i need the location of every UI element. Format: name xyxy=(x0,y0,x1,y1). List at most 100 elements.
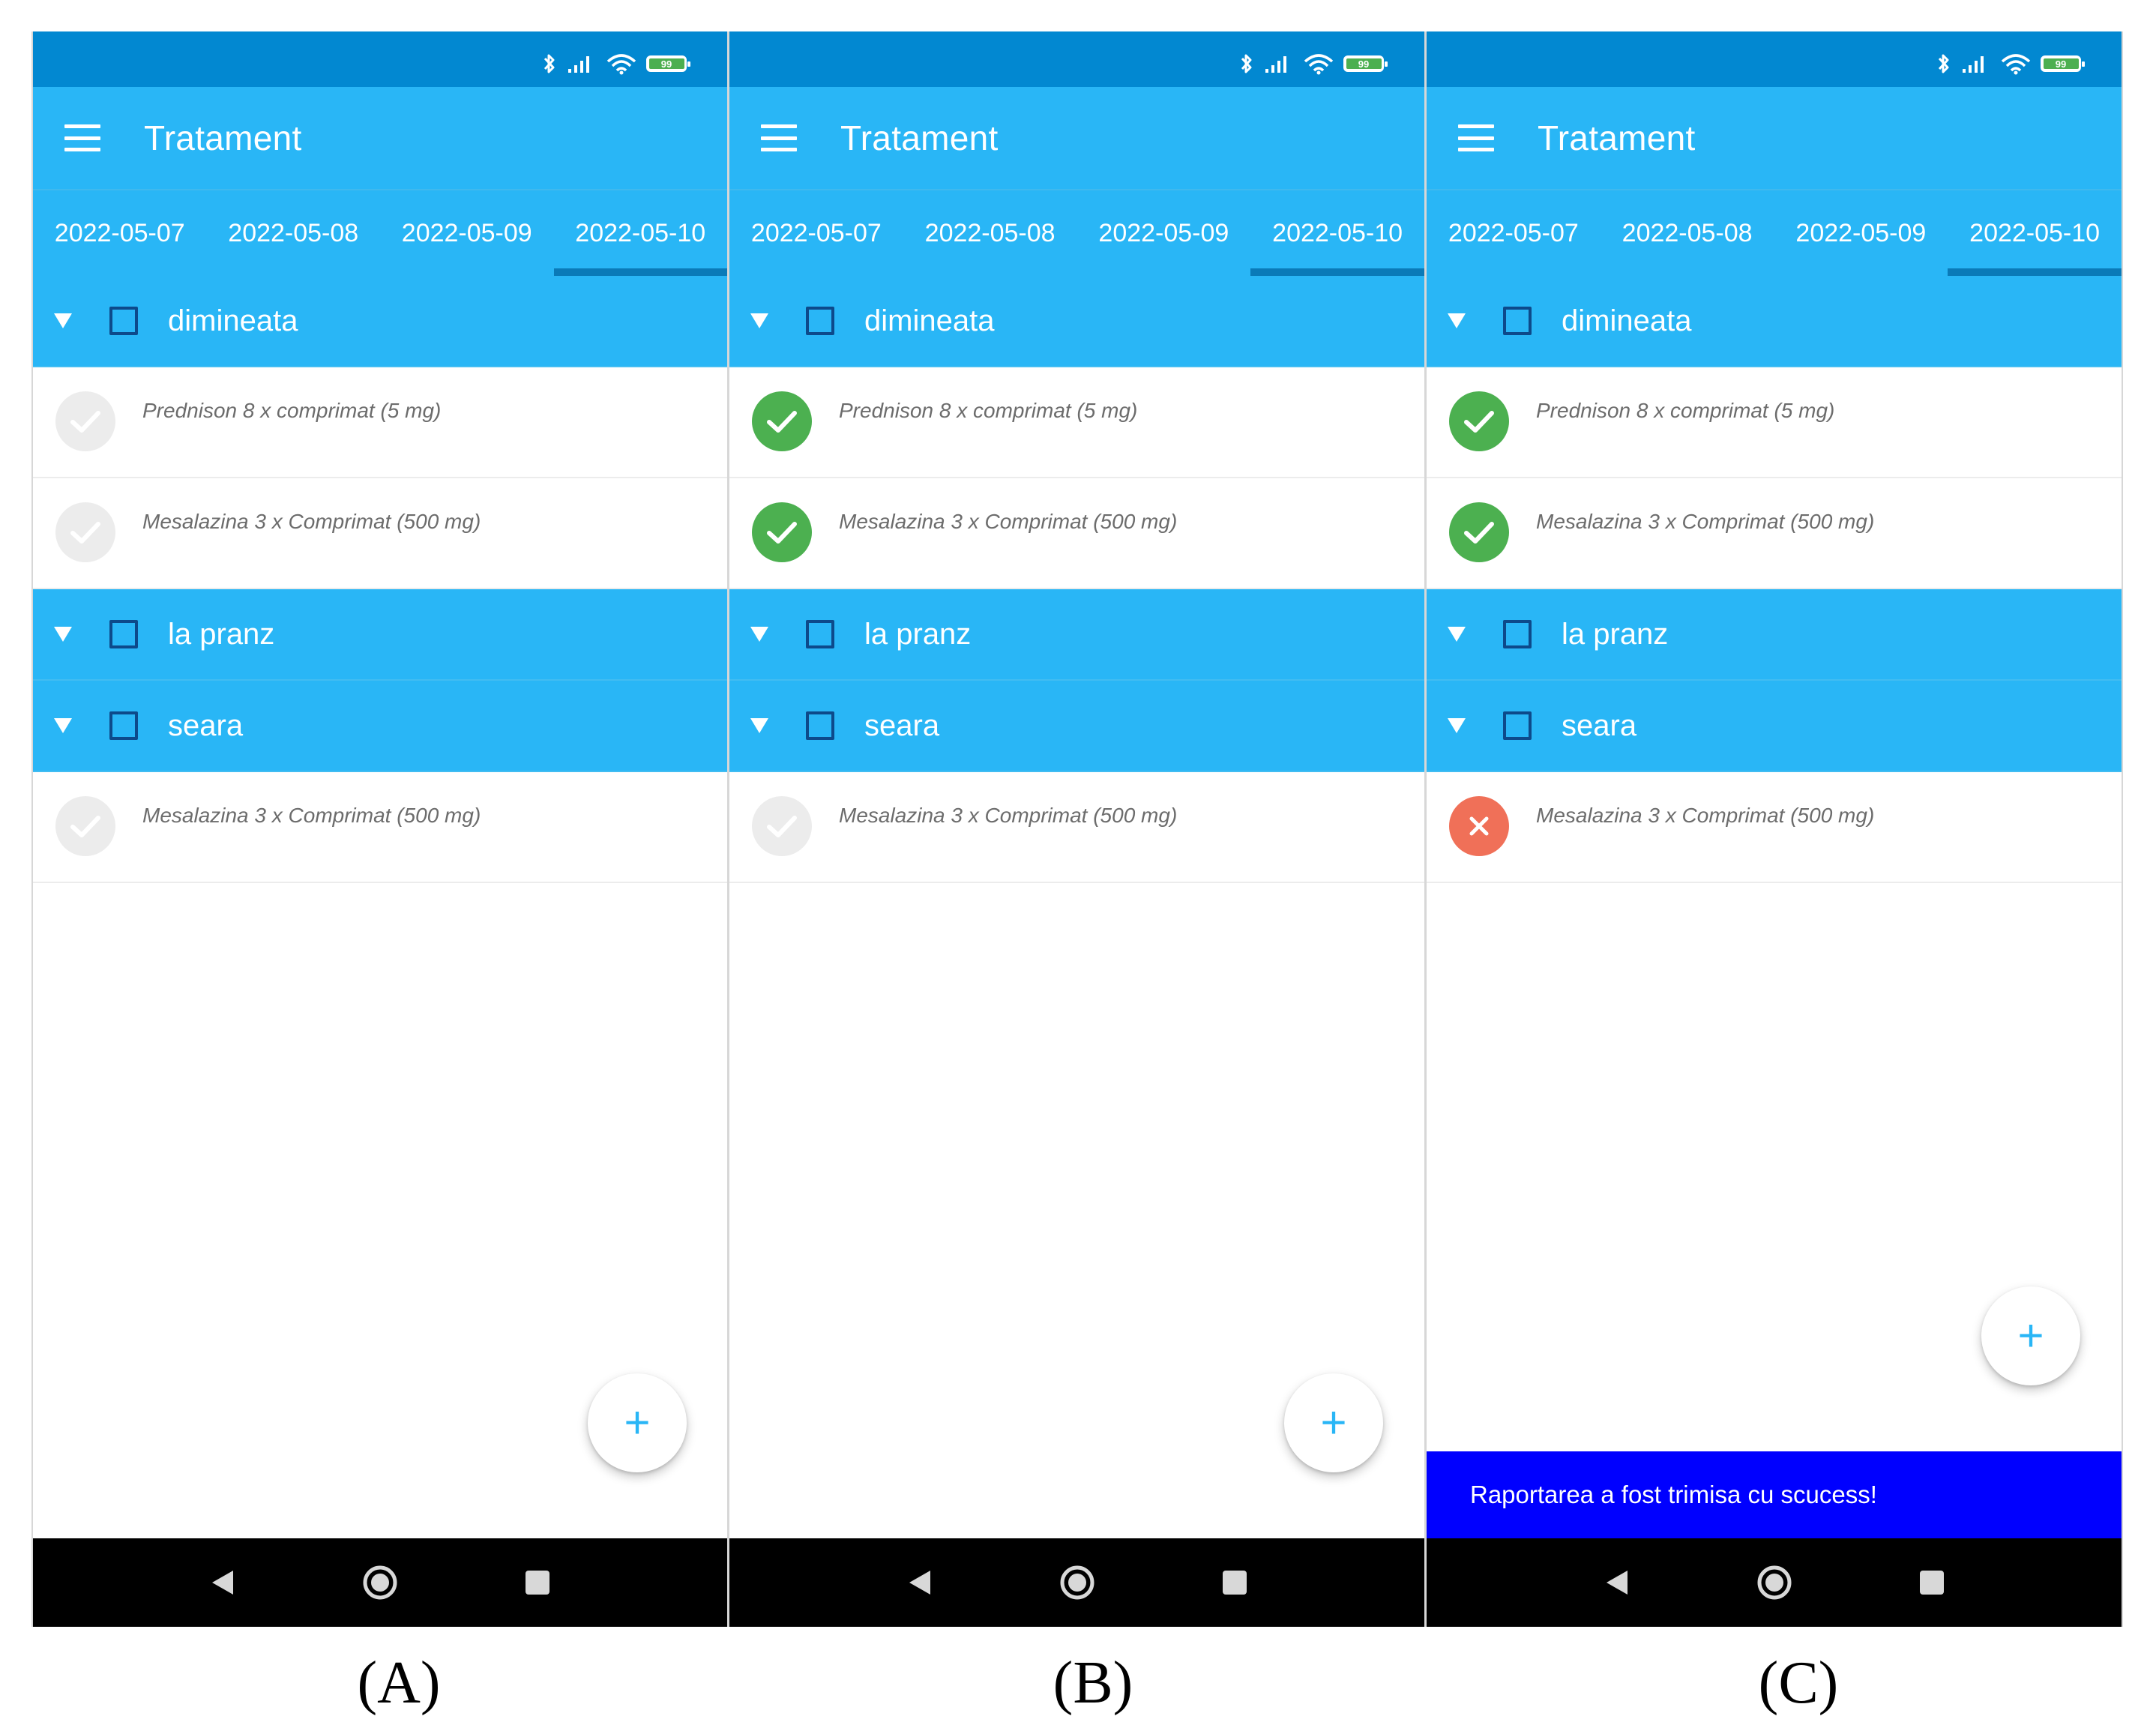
group-title: dimineata xyxy=(1562,304,1692,337)
hamburger-icon[interactable] xyxy=(1458,124,1494,151)
home-icon[interactable] xyxy=(358,1560,403,1605)
tab-date[interactable]: 2022-05-10 xyxy=(1948,190,2122,276)
status-button[interactable] xyxy=(752,391,812,451)
back-triangle xyxy=(909,1571,930,1595)
home-icon[interactable] xyxy=(1055,1560,1100,1605)
medication-row: Prednison 8 x comprimat (5 mg) xyxy=(729,367,1424,478)
medication-row: Prednison 8 x comprimat (5 mg) xyxy=(1427,367,2122,478)
app-bar: Tratament xyxy=(33,87,727,189)
wifi-icon xyxy=(2001,54,2031,75)
hamburger-icon[interactable] xyxy=(64,124,100,151)
medication-row: Mesalazina 3 x Comprimat (500 mg) xyxy=(729,772,1424,883)
group-header[interactable]: seara xyxy=(33,681,727,772)
status-button[interactable] xyxy=(55,391,115,451)
group-header[interactable]: dimineata xyxy=(33,276,727,367)
recents-square xyxy=(1919,1571,1944,1595)
check-icon xyxy=(70,522,100,544)
date-tabs: 2022-05-07 2022-05-08 2022-05-09 2022-05-10 xyxy=(729,189,1424,276)
recents-icon[interactable] xyxy=(515,1560,560,1605)
caret-down-icon[interactable] xyxy=(750,627,768,642)
recents-icon[interactable] xyxy=(1909,1560,1954,1605)
caret-down-icon[interactable] xyxy=(1448,627,1466,642)
cross-icon xyxy=(1469,816,1489,836)
status-button[interactable] xyxy=(55,796,115,856)
add-button[interactable]: + xyxy=(588,1373,687,1472)
panel-caption: (C) xyxy=(1758,1650,1839,1716)
check-icon xyxy=(70,816,100,837)
tab-date[interactable]: 2022-05-09 xyxy=(1077,190,1251,276)
hamburger-line xyxy=(761,124,797,128)
bluetooth-icon xyxy=(1938,54,1949,73)
page-title: Tratament xyxy=(144,118,302,157)
date-tabs: 2022-05-07 2022-05-08 2022-05-09 2022-05-10 xyxy=(1427,189,2122,276)
battery-percent: 99 xyxy=(1358,58,1370,70)
group-checkbox[interactable] xyxy=(109,711,138,740)
home-icon[interactable] xyxy=(1752,1560,1797,1605)
system-nav-bar xyxy=(729,1538,1424,1627)
tab-date[interactable]: 2022-05-07 xyxy=(729,190,903,276)
group-title: la pranz xyxy=(864,617,972,651)
tab-date[interactable]: 2022-05-09 xyxy=(380,190,554,276)
captions-row: (A) (B) (C) xyxy=(0,1649,2156,1724)
snackbar-message: Raportarea a fost trimisa cu scucess! xyxy=(1427,1451,2122,1538)
status-button[interactable] xyxy=(1449,391,1509,451)
group-header[interactable]: seara xyxy=(729,681,1424,772)
status-button[interactable] xyxy=(752,502,812,562)
caret-down-icon[interactable] xyxy=(1448,718,1466,733)
battery-percent: 99 xyxy=(2055,58,2067,70)
group-checkbox[interactable] xyxy=(109,620,138,648)
group-checkbox[interactable] xyxy=(1503,307,1532,335)
group-checkbox[interactable] xyxy=(1503,620,1532,648)
hamburger-line xyxy=(1458,124,1494,128)
caret-down-icon[interactable] xyxy=(750,718,768,733)
medication-label: Prednison 8 x comprimat (5 mg) xyxy=(142,399,442,422)
group-checkbox[interactable] xyxy=(806,711,834,740)
caret-down-icon[interactable] xyxy=(750,313,768,328)
tab-date[interactable]: 2022-05-08 xyxy=(903,190,1077,276)
phone-screen: 99 Tratament 2022-05-07 2022-05-08 2022-05-0… xyxy=(1426,31,2123,1627)
tab-date[interactable]: 2022-05-08 xyxy=(1601,190,1774,276)
date-tabs: 2022-05-07 2022-05-08 2022-05-09 2022-05-10 xyxy=(33,189,727,276)
medication-label: Mesalazina 3 x Comprimat (500 mg) xyxy=(142,804,481,827)
medication-row: Prednison 8 x comprimat (5 mg) xyxy=(33,367,727,478)
caret-down-icon[interactable] xyxy=(54,627,72,642)
status-button[interactable] xyxy=(55,502,115,562)
group-checkbox[interactable] xyxy=(806,307,834,335)
back-icon[interactable] xyxy=(897,1560,942,1605)
caret-down-icon[interactable] xyxy=(54,718,72,733)
tab-date[interactable]: 2022-05-07 xyxy=(33,190,207,276)
tab-date[interactable]: 2022-05-10 xyxy=(1250,190,1424,276)
status-button[interactable] xyxy=(1449,796,1509,856)
group-header[interactable]: dimineata xyxy=(729,276,1424,367)
check-icon xyxy=(70,411,100,433)
group-checkbox[interactable] xyxy=(806,620,834,648)
medication-row: Mesalazina 3 x Comprimat (500 mg) xyxy=(1427,478,2122,589)
back-icon[interactable] xyxy=(200,1560,245,1605)
wifi-icon xyxy=(1304,54,1334,75)
status-button[interactable] xyxy=(1449,502,1509,562)
tab-date[interactable]: 2022-05-08 xyxy=(207,190,381,276)
group-checkbox[interactable] xyxy=(1503,711,1532,740)
battery-icon: 99 xyxy=(2041,55,2085,72)
bluetooth-icon xyxy=(1241,54,1252,73)
check-icon xyxy=(767,411,797,433)
group-header[interactable]: la pranz xyxy=(33,589,727,681)
group-header[interactable]: dimineata xyxy=(1427,276,2122,367)
tab-date[interactable]: 2022-05-07 xyxy=(1427,190,1601,276)
group-checkbox[interactable] xyxy=(109,307,138,335)
caret-down-icon[interactable] xyxy=(54,313,72,328)
group-header[interactable]: la pranz xyxy=(729,589,1424,681)
tab-date[interactable]: 2022-05-09 xyxy=(1774,190,1948,276)
add-button[interactable]: + xyxy=(1284,1373,1383,1472)
add-button[interactable]: + xyxy=(1981,1286,2080,1385)
recents-icon[interactable] xyxy=(1212,1560,1257,1605)
back-icon[interactable] xyxy=(1595,1560,1639,1605)
check-icon xyxy=(767,816,797,837)
hamburger-icon[interactable] xyxy=(761,124,797,151)
caret-down-icon[interactable] xyxy=(1448,313,1466,328)
group-header[interactable]: seara xyxy=(1427,681,2122,772)
battery-icon: 99 xyxy=(1343,55,1388,72)
tab-date[interactable]: 2022-05-10 xyxy=(553,190,728,276)
group-header[interactable]: la pranz xyxy=(1427,589,2122,681)
status-button[interactable] xyxy=(752,796,812,856)
